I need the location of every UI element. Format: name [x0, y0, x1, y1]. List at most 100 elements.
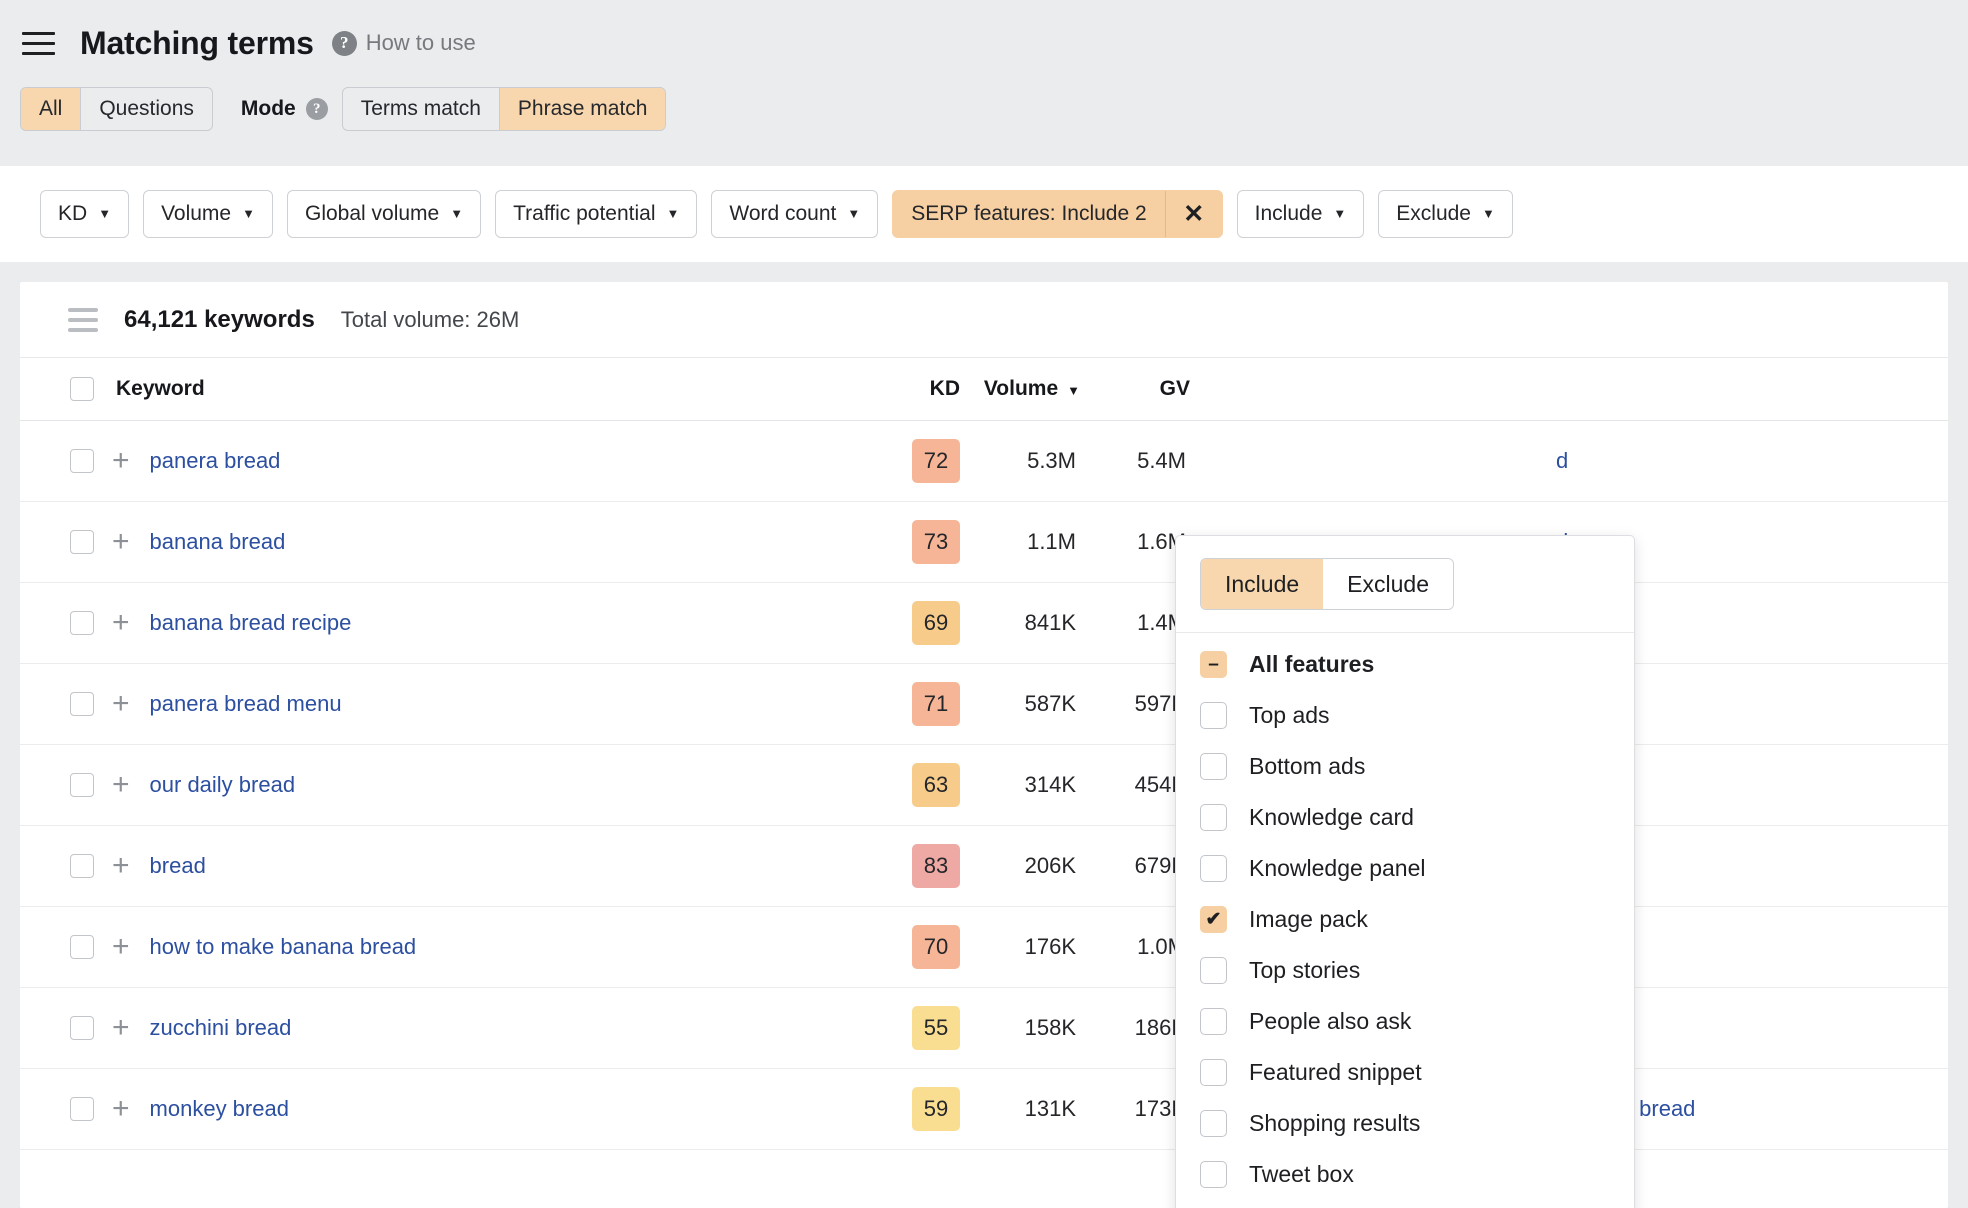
- table-row[interactable]: +zucchini bread55158K186Kad: [20, 987, 1948, 1068]
- row-checkbox[interactable]: [70, 854, 94, 878]
- column-header-cps[interactable]: [1420, 358, 1530, 420]
- help-icon[interactable]: ?: [332, 31, 357, 56]
- filter-include[interactable]: Include ▼: [1237, 190, 1365, 238]
- feature-item[interactable]: Top stories: [1176, 945, 1634, 996]
- table-row[interactable]: +monkey bread59131K173K16K$0.700.04monke…: [20, 1068, 1948, 1149]
- filter-kd[interactable]: KD ▼: [40, 190, 129, 238]
- table-header-row: Keyword KD Volume▼ GV: [20, 358, 1948, 420]
- filter-traffic-potential[interactable]: Traffic potential ▼: [495, 190, 697, 238]
- table-row[interactable]: +how to make banana bread70176K1.0Md: [20, 906, 1948, 987]
- add-keyword-icon[interactable]: +: [112, 851, 130, 881]
- column-header-keyword[interactable]: Keyword: [20, 358, 850, 420]
- cell-gv: 1.4M: [1080, 582, 1190, 663]
- keyword-link[interactable]: how to make banana bread: [150, 934, 417, 960]
- row-checkbox[interactable]: [70, 530, 94, 554]
- mode-terms-match[interactable]: Terms match: [343, 88, 500, 130]
- feature-item[interactable]: ✔Image pack: [1176, 894, 1634, 945]
- dropdown-exclude-button[interactable]: Exclude: [1323, 559, 1453, 609]
- feature-item[interactable]: Bottom ads: [1176, 741, 1634, 792]
- checkbox-unchecked-icon[interactable]: [1200, 1059, 1227, 1086]
- keyword-link[interactable]: banana bread recipe: [150, 610, 352, 636]
- keyword-link[interactable]: our daily bread: [150, 772, 296, 798]
- checkbox-unchecked-icon[interactable]: [1200, 702, 1227, 729]
- feature-item[interactable]: Top ads: [1176, 690, 1634, 741]
- cell-kd: 69: [850, 582, 960, 663]
- add-keyword-icon[interactable]: +: [112, 1094, 130, 1124]
- feature-item[interactable]: Tweet box: [1176, 1149, 1634, 1200]
- keyword-link[interactable]: monkey bread: [150, 1096, 289, 1122]
- row-checkbox[interactable]: [70, 1097, 94, 1121]
- feature-item[interactable]: Shopping results: [1176, 1098, 1634, 1149]
- keyword-link[interactable]: bread: [150, 853, 206, 879]
- column-header-volume[interactable]: Volume▼: [960, 358, 1080, 420]
- chevron-down-icon: ▼: [1482, 207, 1495, 220]
- tab-all[interactable]: All: [21, 88, 81, 130]
- how-to-use-link[interactable]: How to use: [366, 30, 476, 56]
- filter-volume[interactable]: Volume ▼: [143, 190, 273, 238]
- column-header-kd[interactable]: KD: [850, 358, 960, 420]
- checkbox-unchecked-icon[interactable]: [1200, 804, 1227, 831]
- checkbox-unchecked-icon[interactable]: [1200, 753, 1227, 780]
- keyword-link[interactable]: zucchini bread: [150, 1015, 292, 1041]
- feature-item[interactable]: People also ask: [1176, 996, 1634, 1047]
- table-row[interactable]: +bread83206K679Knk: [20, 825, 1948, 906]
- table-row[interactable]: +our daily bread63314K454Kad: [20, 744, 1948, 825]
- feature-item[interactable]: Knowledge card: [1176, 792, 1634, 843]
- checkbox-unchecked-icon[interactable]: [1200, 957, 1227, 984]
- add-keyword-icon[interactable]: +: [112, 527, 130, 557]
- feature-item-all-features[interactable]: – All features: [1176, 639, 1634, 690]
- table-row[interactable]: +banana bread731.1M1.6Md: [20, 501, 1948, 582]
- add-keyword-icon[interactable]: +: [112, 932, 130, 962]
- checkbox-checked-icon[interactable]: ✔: [1200, 906, 1227, 933]
- checkbox-unchecked-icon[interactable]: [1200, 855, 1227, 882]
- column-header-parent-topic[interactable]: [1530, 358, 1948, 420]
- close-icon[interactable]: ✕: [1166, 191, 1222, 237]
- parent-topic-link[interactable]: d: [1556, 448, 1568, 473]
- row-checkbox[interactable]: [70, 1016, 94, 1040]
- checkbox-unchecked-icon[interactable]: [1200, 1110, 1227, 1137]
- checkbox-indeterminate-icon[interactable]: –: [1200, 651, 1227, 678]
- column-header-gv[interactable]: GV: [1080, 358, 1190, 420]
- column-header-cpc[interactable]: [1300, 358, 1420, 420]
- feature-item[interactable]: Featured snippet: [1176, 1047, 1634, 1098]
- table-row[interactable]: +banana bread recipe69841K1.4Md: [20, 582, 1948, 663]
- add-keyword-icon[interactable]: +: [112, 446, 130, 476]
- row-checkbox[interactable]: [70, 449, 94, 473]
- add-keyword-icon[interactable]: +: [112, 770, 130, 800]
- filter-global-volume[interactable]: Global volume ▼: [287, 190, 481, 238]
- dropdown-include-button[interactable]: Include: [1201, 559, 1323, 609]
- mode-phrase-match[interactable]: Phrase match: [500, 88, 666, 130]
- sort-descending-icon: ▼: [1067, 383, 1080, 398]
- chevron-down-icon: ▼: [98, 207, 111, 220]
- dropdown-mode-segment: Include Exclude: [1200, 558, 1454, 610]
- hamburger-menu-icon[interactable]: [22, 27, 60, 59]
- select-all-checkbox[interactable]: [70, 377, 94, 401]
- add-keyword-icon[interactable]: +: [112, 1013, 130, 1043]
- add-keyword-icon[interactable]: +: [112, 689, 130, 719]
- feature-item[interactable]: Knowledge panel: [1176, 843, 1634, 894]
- kd-badge: 59: [912, 1087, 960, 1131]
- add-keyword-icon[interactable]: +: [112, 608, 130, 638]
- row-checkbox[interactable]: [70, 773, 94, 797]
- mode-help-icon[interactable]: ?: [306, 98, 328, 120]
- filter-exclude[interactable]: Exclude ▼: [1378, 190, 1513, 238]
- filter-bar: KD ▼ Volume ▼ Global volume ▼ Traffic po…: [0, 166, 1968, 262]
- row-checkbox[interactable]: [70, 611, 94, 635]
- column-header-tp[interactable]: [1190, 358, 1300, 420]
- row-checkbox[interactable]: [70, 692, 94, 716]
- keyword-link[interactable]: banana bread: [150, 529, 286, 555]
- keyword-link[interactable]: panera bread menu: [150, 691, 342, 717]
- filter-serp-features-chip[interactable]: SERP features: Include 2 ✕: [892, 190, 1222, 238]
- checkbox-unchecked-icon[interactable]: [1200, 1161, 1227, 1188]
- feature-item[interactable]: Sitelinks: [1176, 1200, 1634, 1208]
- table-row[interactable]: +panera bread725.3M5.4Md: [20, 420, 1948, 501]
- kd-badge: 69: [912, 601, 960, 645]
- kd-badge: 72: [912, 439, 960, 483]
- list-view-icon[interactable]: [68, 308, 98, 332]
- filter-word-count[interactable]: Word count ▼: [711, 190, 878, 238]
- keyword-link[interactable]: panera bread: [150, 448, 281, 474]
- row-checkbox[interactable]: [70, 935, 94, 959]
- table-row[interactable]: +panera bread menu71587K597Kd menu: [20, 663, 1948, 744]
- tab-questions[interactable]: Questions: [81, 88, 212, 130]
- checkbox-unchecked-icon[interactable]: [1200, 1008, 1227, 1035]
